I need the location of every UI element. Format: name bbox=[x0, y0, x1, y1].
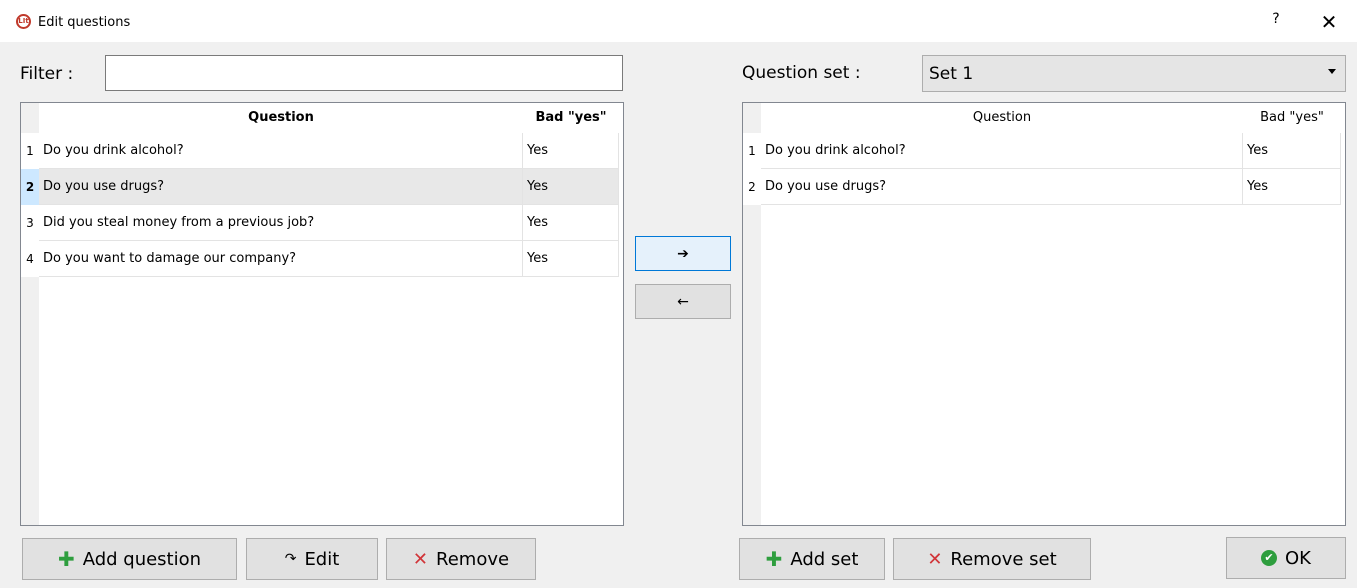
remove-set-button[interactable]: ✕ Remove set bbox=[893, 538, 1091, 580]
row-number: 1 bbox=[21, 133, 39, 169]
chevron-down-icon bbox=[1328, 69, 1336, 74]
cross-icon: ✕ bbox=[927, 548, 943, 570]
table-header: Question Bad "yes" bbox=[761, 103, 1345, 133]
help-button[interactable]: ? bbox=[1266, 11, 1286, 33]
add-question-button[interactable]: ✚ Add question bbox=[22, 538, 237, 580]
question-set-selected: Set 1 bbox=[929, 64, 974, 84]
bad-yes-cell[interactable]: Yes bbox=[523, 241, 619, 277]
question-cell[interactable]: Do you use drugs? bbox=[761, 169, 1243, 205]
questions-table[interactable]: Question Bad "yes" 1 Do you drink alcoho… bbox=[20, 102, 624, 526]
bad-yes-cell[interactable]: Yes bbox=[1243, 169, 1341, 205]
add-set-button[interactable]: ✚ Add set bbox=[739, 538, 885, 580]
check-icon: ✔ bbox=[1261, 550, 1277, 566]
arrow-right-icon: ➔ bbox=[677, 245, 689, 262]
bad-yes-cell[interactable]: Yes bbox=[523, 133, 619, 169]
move-left-button[interactable]: ← bbox=[635, 284, 731, 319]
row-number: 4 bbox=[21, 241, 39, 277]
row-number: 1 bbox=[743, 133, 761, 169]
bad-yes-cell[interactable]: Yes bbox=[523, 205, 619, 241]
cross-icon: ✕ bbox=[412, 548, 429, 570]
edit-icon: ↷ bbox=[284, 551, 297, 567]
filter-label: Filter : bbox=[20, 64, 74, 84]
remove-button[interactable]: ✕ Remove bbox=[386, 538, 536, 580]
row-number: 2 bbox=[21, 169, 39, 205]
title-bar: LIt Edit questions ? ✕ bbox=[0, 0, 1357, 42]
question-cell[interactable]: Did you steal money from a previous job? bbox=[39, 205, 523, 241]
column-header-question[interactable]: Question bbox=[39, 103, 523, 133]
edit-button[interactable]: ↷ Edit bbox=[246, 538, 378, 580]
remove-label: Remove bbox=[436, 548, 510, 570]
add-question-label: Add question bbox=[82, 548, 202, 570]
add-set-label: Add set bbox=[790, 548, 859, 570]
bad-yes-cell[interactable]: Yes bbox=[1243, 133, 1341, 169]
bad-yes-cell[interactable]: Yes bbox=[523, 169, 619, 205]
row-number: 2 bbox=[743, 169, 761, 205]
app-logo-icon: LIt bbox=[16, 14, 31, 29]
set-questions-table[interactable]: Question Bad "yes" 1 Do you drink alcoho… bbox=[742, 102, 1346, 526]
edit-label: Edit bbox=[304, 548, 340, 570]
question-cell[interactable]: Do you drink alcohol? bbox=[39, 133, 523, 169]
question-cell[interactable]: Do you drink alcohol? bbox=[761, 133, 1243, 169]
question-set-dropdown[interactable]: Set 1 bbox=[922, 55, 1346, 92]
move-right-button[interactable]: ➔ bbox=[635, 236, 731, 271]
plus-icon: ✚ bbox=[57, 547, 75, 571]
column-header-bad-yes[interactable]: Bad "yes" bbox=[1243, 103, 1341, 133]
ok-label: OK bbox=[1285, 547, 1311, 569]
column-header-bad-yes[interactable]: Bad "yes" bbox=[523, 103, 619, 133]
filter-input[interactable] bbox=[105, 55, 623, 91]
row-number: 3 bbox=[21, 205, 39, 241]
plus-icon: ✚ bbox=[765, 547, 783, 571]
table-header: Question Bad "yes" bbox=[39, 103, 623, 133]
remove-set-label: Remove set bbox=[950, 548, 1057, 570]
arrow-left-icon: ← bbox=[677, 293, 689, 310]
question-cell[interactable]: Do you use drugs? bbox=[39, 169, 523, 205]
ok-button[interactable]: ✔ OK bbox=[1226, 537, 1346, 579]
question-set-label: Question set : bbox=[742, 63, 861, 83]
column-header-question[interactable]: Question bbox=[761, 103, 1243, 133]
window-title: Edit questions bbox=[38, 15, 131, 30]
close-button[interactable]: ✕ bbox=[1316, 9, 1342, 35]
question-cell[interactable]: Do you want to damage our company? bbox=[39, 241, 523, 277]
